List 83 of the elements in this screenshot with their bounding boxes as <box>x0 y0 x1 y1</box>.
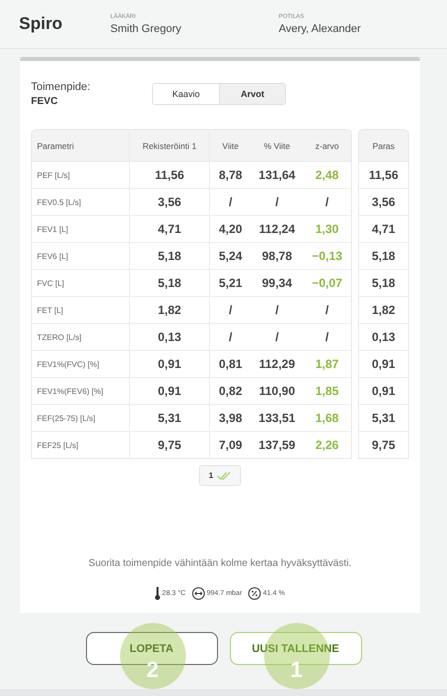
table-value: 5,31 <box>158 411 182 425</box>
table-value: 3,56 <box>158 195 182 209</box>
table-value: 5,24 <box>218 249 242 263</box>
column-header: Paras <box>372 140 395 150</box>
table-value: 5,31 <box>372 411 396 425</box>
table-value: 3,98 <box>218 411 242 425</box>
z-score: 2,26 <box>315 438 339 452</box>
table-value: 3,56 <box>372 195 396 209</box>
humidity-icon <box>248 587 262 600</box>
table-value: 0,82 <box>218 384 242 398</box>
table-value: / <box>228 330 232 344</box>
table-value: 110,90 <box>258 384 296 398</box>
table-value: 11,56 <box>368 168 398 182</box>
parameter-name: PEF [L/s] <box>37 170 70 180</box>
column-header: z-arvo <box>315 140 339 150</box>
table-value: 99,34 <box>262 276 292 290</box>
table-value: 0,13 <box>372 330 396 344</box>
table-value: 98,78 <box>262 249 292 263</box>
thermometer-icon <box>155 587 160 600</box>
parameter-name: FEV1%(FEV6) [%] <box>37 386 104 396</box>
field-value: Avery, Alexander <box>278 22 362 34</box>
z-score: / <box>325 330 329 344</box>
table-value: / <box>275 195 279 209</box>
table-value: 4,71 <box>372 222 396 236</box>
table-value: 5,18 <box>372 249 396 263</box>
parameter-name: FEV1%(FVC) [%] <box>37 360 100 368</box>
table-value: 9,75 <box>372 438 396 452</box>
field-value: Smith Gregory <box>110 22 182 34</box>
instruction-text: Suorita toimenpide vähintään kolme kertaa hyväksyttävästi. <box>88 558 352 569</box>
app-title: Spiro <box>19 14 64 34</box>
parameter-name: FEF(25-75) [L/s] <box>37 414 96 422</box>
z-score: −0,07 <box>312 276 342 290</box>
parameter-name: FVC [L] <box>37 278 64 288</box>
procedure-value: FEVC <box>31 96 59 107</box>
table-value: 5,18 <box>158 276 182 290</box>
table-value: 5,21 <box>218 276 242 290</box>
column-header: % Viite <box>264 140 290 150</box>
table-value: 0,91 <box>158 357 182 371</box>
view-tab[interactable]: Arvot <box>219 84 285 104</box>
table-value: / <box>275 330 279 344</box>
parameter-name: FET [L] <box>37 306 64 314</box>
z-score: 1,85 <box>315 384 339 398</box>
z-score: / <box>325 303 329 317</box>
column-header: Viite <box>222 140 239 150</box>
table-value: 7,09 <box>218 438 242 452</box>
z-score: 2,48 <box>315 168 339 182</box>
z-score: 1,87 <box>315 357 339 371</box>
procedure-label: Toimenpide: <box>31 81 92 93</box>
table-value: 137,59 <box>258 438 296 452</box>
z-score: −0,13 <box>312 249 342 263</box>
table-value: 1,82 <box>158 303 182 317</box>
table-value: 0,13 <box>158 330 182 344</box>
column-header: Rekisteröinti 1 <box>142 140 196 150</box>
table-value: / <box>275 303 279 317</box>
parameter-name: FEV0.5 [L/s] <box>37 198 82 206</box>
table-value: / <box>228 303 232 317</box>
table-value: 0,91 <box>158 384 182 398</box>
table-value: 5,18 <box>372 276 396 290</box>
table-value: 5,18 <box>158 249 182 263</box>
table-value: 112,24 <box>258 222 296 236</box>
table-value: 8,78 <box>218 168 242 182</box>
parameter-name: FEV1 [L] <box>37 224 68 234</box>
z-score: / <box>325 195 329 209</box>
z-score: 1,68 <box>315 411 339 425</box>
parameter-name: FEV6 [L] <box>37 252 68 260</box>
table-value: 11,56 <box>154 168 184 182</box>
table-value: / <box>228 195 232 209</box>
page-button[interactable]: 1 <box>198 465 242 486</box>
parameter-name: FEF25 [L/s] <box>37 440 78 450</box>
table-value: 0,91 <box>372 357 396 371</box>
table-value: 9,75 <box>158 438 182 452</box>
table-value: 0,81 <box>218 357 242 371</box>
table-value: 1,82 <box>372 303 396 317</box>
table-value: 112,29 <box>258 357 296 371</box>
table-value: 4,71 <box>158 222 182 236</box>
table-value: 131,64 <box>258 168 296 182</box>
parameter-name: TZERO [L/s] <box>37 332 82 342</box>
table-value: 133,51 <box>258 411 296 425</box>
z-score: 1,30 <box>315 222 339 236</box>
table-value: 0,91 <box>372 384 396 398</box>
table-value: 4,20 <box>218 222 242 236</box>
pressure-icon <box>192 587 205 600</box>
column-header: Parametri <box>37 140 74 150</box>
